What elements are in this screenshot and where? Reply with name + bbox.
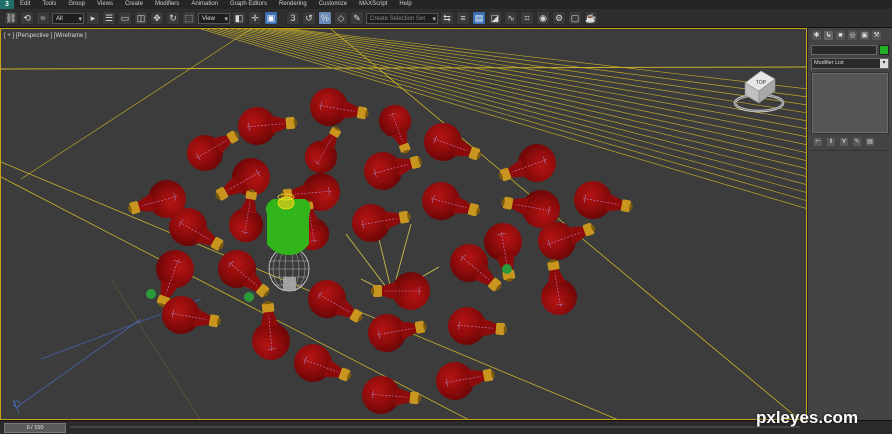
menu-help[interactable]: Help [393,0,417,9]
layer-manager-icon[interactable]: ▤ [472,11,486,25]
bulb[interactable] [298,119,353,180]
object-name-field[interactable] [811,45,877,55]
render-setup-icon[interactable]: ⚙ [552,11,566,25]
viewcube-label: TOP [756,80,767,86]
chevron-down-icon[interactable]: ▾ [880,59,888,68]
pivot-center-icon[interactable]: ◧ [232,11,246,25]
rotate-icon[interactable]: ↻ [166,11,180,25]
unlink-icon[interactable]: ⟲ [20,11,34,25]
schematic-view-icon[interactable]: ⌗ [520,11,534,25]
bind-space-warp-icon[interactable]: ≈ [36,11,50,25]
link-icon[interactable]: ⛓ [4,11,18,25]
menu-graph-editors[interactable]: Graph Editors [224,0,273,9]
track-bar[interactable] [70,426,800,428]
bulb[interactable] [306,84,372,133]
watermark: pxleyes.com [756,408,859,427]
bulb[interactable] [225,186,270,246]
select-manipulate-icon[interactable]: ✛ [248,11,262,25]
bulb[interactable] [418,117,488,174]
time-slider[interactable]: 0 / 150 [4,423,66,433]
named-selection-dropdown[interactable]: Create Selection Set [366,12,438,25]
scene-canvas[interactable]: [ + ] [Perspective ] [Wireframe ] TOP [1,29,807,420]
modifier-list-label: Modifier List [814,60,844,66]
remove-modifier-icon[interactable]: ✎ [853,138,861,146]
bulb[interactable] [364,307,430,356]
bulb[interactable] [492,138,562,195]
select-object-icon[interactable]: ▸ [86,11,100,25]
selected-bulb[interactable] [265,193,311,292]
motion-tab-icon[interactable]: ◎ [848,31,857,40]
menu-create[interactable]: Create [119,0,149,9]
object-color-swatch[interactable] [879,45,889,55]
menu-rendering[interactable]: Rendering [273,0,313,9]
main-toolbar: ⛓ ⟲ ≈ All ▸ ☰ ▭ ◫ ✥ ↻ ⬚ View ◧ ✛ ▣ 3 ↺ %… [0,9,892,28]
bulb[interactable] [359,141,427,195]
percent-snap-icon[interactable]: % [318,11,332,25]
align-icon[interactable]: ≡ [456,11,470,25]
modify-tab-icon[interactable]: ↳ [824,31,833,40]
menu-tools[interactable]: Tools [36,0,62,9]
reference-coordinate-dropdown[interactable]: View [198,12,230,25]
divider [811,150,889,151]
rendered-frame-window-icon[interactable]: ▢ [568,11,582,25]
bulb[interactable] [446,305,509,349]
move-icon[interactable]: ✥ [150,11,164,25]
modifier-stack[interactable] [811,72,889,134]
mirror-icon[interactable]: ⇆ [440,11,454,25]
bulb[interactable] [360,374,423,418]
edit-named-selection-icon[interactable]: ✎ [350,11,364,25]
select-by-name-icon[interactable]: ☰ [102,11,116,25]
bulb[interactable] [374,100,423,159]
scale-icon[interactable]: ⬚ [182,11,196,25]
perspective-viewport[interactable]: [ + ] [Perspective ] [Wireframe ] TOP [0,28,807,420]
bulb[interactable] [236,103,299,147]
display-tab-icon[interactable]: ▣ [860,31,869,40]
hierarchy-tab-icon[interactable]: ■ [836,31,845,40]
menu-edit[interactable]: Edit [14,0,36,9]
curve-editor-icon[interactable]: ∿ [504,11,518,25]
stack-toolbar: ⊢ ‖ ∀ ✎ ▤ [814,138,892,146]
menu-group[interactable]: Group [62,0,91,9]
bulb[interactable] [534,256,581,319]
create-tab-icon[interactable]: ✱ [812,31,821,40]
render-production-icon[interactable]: ☕ [584,11,598,25]
command-panel: ✱ ↳ ■ ◎ ▣ ⚒ Modifier List ▾ ⊢ ‖ ∀ ✎ ▤ [807,28,892,420]
bulb[interactable] [570,177,636,226]
bulb[interactable] [300,272,372,336]
menu-bar: 3 Edit Tools Group Views Create Modifier… [0,0,892,9]
show-end-result-icon[interactable]: ‖ [827,138,835,146]
menu-views[interactable]: Views [91,0,119,9]
selection-filter-dropdown[interactable]: All [52,12,84,25]
keyboard-shortcut-override-icon[interactable]: ▣ [264,11,278,25]
bulb[interactable] [288,338,358,395]
material-editor-icon[interactable]: ◉ [536,11,550,25]
modifier-list-dropdown[interactable]: Modifier List ▾ [811,58,889,69]
bulb[interactable] [370,271,431,311]
bulb[interactable] [348,197,414,246]
menu-customize[interactable]: Customize [313,0,353,9]
spinner-snap-icon[interactable]: ◇ [334,11,348,25]
make-unique-icon[interactable]: ∀ [840,138,848,146]
command-panel-tabs: ✱ ↳ ■ ◎ ▣ ⚒ [808,28,892,42]
app-logo-button[interactable]: 3 [0,0,14,9]
menu-maxscript[interactable]: MAXScript [353,0,393,9]
menu-animation[interactable]: Animation [185,0,224,9]
utilities-tab-icon[interactable]: ⚒ [872,31,881,40]
snap-toggle-icon[interactable]: 3 [286,11,300,25]
pin-stack-icon[interactable]: ⊢ [814,138,822,146]
graphite-tools-icon[interactable]: ◪ [488,11,502,25]
window-crossing-icon[interactable]: ◫ [134,11,148,25]
configure-modifier-sets-icon[interactable]: ▤ [866,138,874,146]
viewport-label[interactable]: [ + ] [Perspective ] [Wireframe ] [4,33,87,39]
rectangular-selection-icon[interactable]: ▭ [118,11,132,25]
angle-snap-icon[interactable]: ↺ [302,11,316,25]
bulb[interactable] [417,177,485,231]
bulb[interactable] [432,355,498,404]
menu-modifiers[interactable]: Modifiers [149,0,185,9]
